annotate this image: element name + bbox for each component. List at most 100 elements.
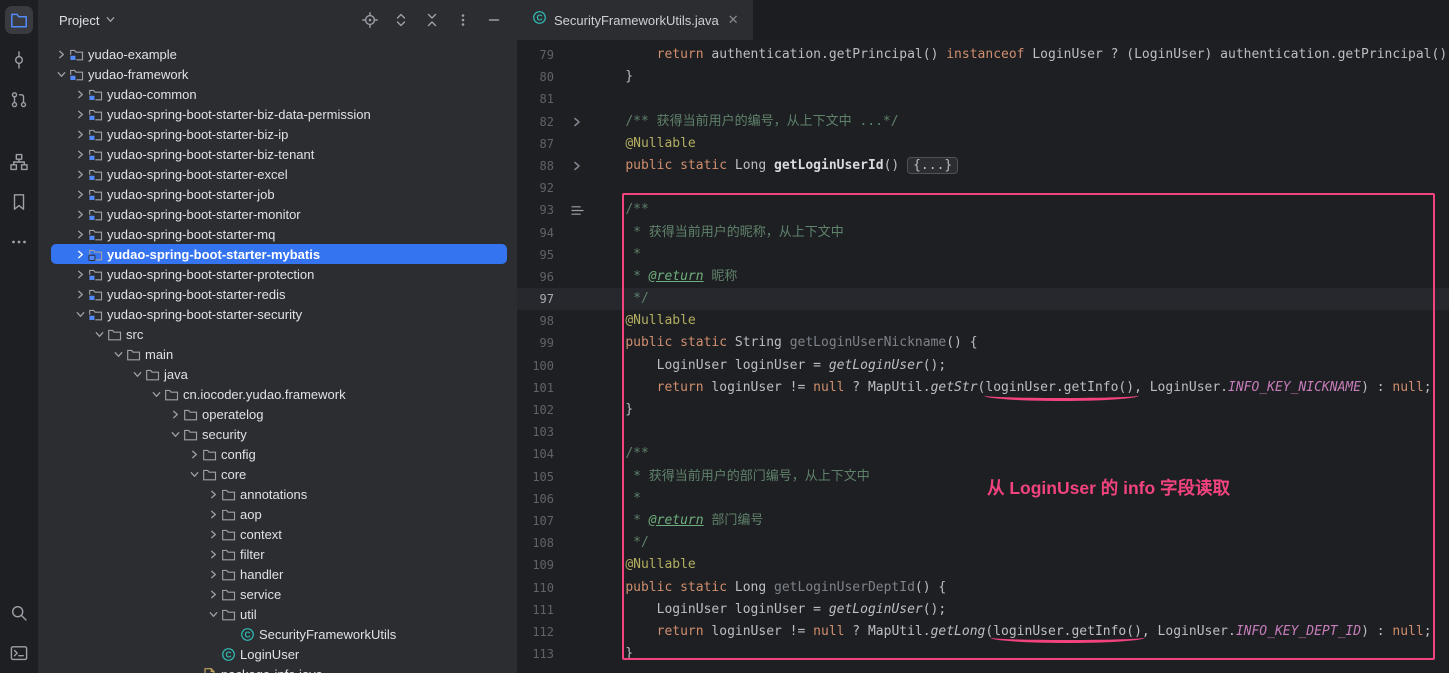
code-line-82[interactable]: 82 /** 获得当前用户的编号，从上下文中 ...*/ — [517, 111, 1449, 133]
fold-arrow-icon[interactable] — [560, 160, 594, 172]
tree-item-filter[interactable]: filter — [51, 544, 507, 564]
code-line-110[interactable]: 110 public static Long getLoginUserDeptI… — [517, 577, 1449, 599]
chevron-down-icon[interactable] — [92, 329, 107, 340]
code-line-105[interactable]: 105 * 获得当前用户的部门编号，从上下文中 — [517, 466, 1449, 488]
tree-item-aop[interactable]: aop — [51, 504, 507, 524]
code-line-79[interactable]: 79 return authentication.getPrincipal() … — [517, 44, 1449, 66]
code-line-100[interactable]: 100 LoginUser loginUser = getLoginUser()… — [517, 355, 1449, 377]
chevron-right-icon[interactable] — [73, 89, 88, 100]
hide-panel-icon[interactable] — [485, 11, 503, 29]
chevron-right-icon[interactable] — [73, 129, 88, 140]
tree-item-security[interactable]: security — [51, 424, 507, 444]
pull-requests-tool-button[interactable] — [5, 86, 33, 114]
tree-item-yudao-framework[interactable]: yudao-framework — [51, 64, 507, 84]
code-line-108[interactable]: 108 */ — [517, 532, 1449, 554]
code-line-80[interactable]: 80 } — [517, 66, 1449, 88]
code-line-96[interactable]: 96 * @return 昵称 — [517, 266, 1449, 288]
chevron-right-icon[interactable] — [206, 569, 221, 580]
chevron-down-icon[interactable] — [149, 389, 164, 400]
chevron-right-icon[interactable] — [73, 109, 88, 120]
collapse-all-icon[interactable] — [423, 11, 441, 29]
structure-tool-button[interactable] — [5, 148, 33, 176]
tree-item-yudao-spring-boot-starter-mybatis[interactable]: yudao-spring-boot-starter-mybatis — [51, 244, 507, 264]
code-line-102[interactable]: 102 } — [517, 399, 1449, 421]
tree-item-core[interactable]: core — [51, 464, 507, 484]
chevron-down-icon[interactable] — [54, 69, 69, 80]
terminal-tool-button[interactable] — [5, 639, 33, 667]
chevron-right-icon[interactable] — [73, 269, 88, 280]
expand-all-icon[interactable] — [392, 11, 410, 29]
tree-item-yudao-spring-boot-starter-biz-data-permission[interactable]: yudao-spring-boot-starter-biz-data-permi… — [51, 104, 507, 124]
tree-item-cn-iocoder-yudao-framework[interactable]: cn.iocoder.yudao.framework — [51, 384, 507, 404]
chevron-right-icon[interactable] — [206, 549, 221, 560]
chevron-down-icon[interactable] — [168, 429, 183, 440]
gutter-marker-icon[interactable] — [560, 205, 594, 216]
bookmarks-tool-button[interactable] — [5, 188, 33, 216]
chevron-down-icon[interactable] — [206, 609, 221, 620]
more-tools-button[interactable] — [5, 228, 33, 256]
tree-item-annotations[interactable]: annotations — [51, 484, 507, 504]
code-line-106[interactable]: 106 * — [517, 488, 1449, 510]
commit-tool-button[interactable] — [5, 46, 33, 74]
tree-item-context[interactable]: context — [51, 524, 507, 544]
chevron-right-icon[interactable] — [206, 509, 221, 520]
chevron-down-icon[interactable] — [130, 369, 145, 380]
chevron-right-icon[interactable] — [73, 149, 88, 160]
chevron-right-icon[interactable] — [73, 249, 88, 260]
tree-item-yudao-example[interactable]: yudao-example — [51, 44, 507, 64]
chevron-right-icon[interactable] — [206, 589, 221, 600]
tree-item-service[interactable]: service — [51, 584, 507, 604]
tree-item-yudao-spring-boot-starter-excel[interactable]: yudao-spring-boot-starter-excel — [51, 164, 507, 184]
project-tool-button[interactable] — [5, 6, 33, 34]
tree-item-operatelog[interactable]: operatelog — [51, 404, 507, 424]
code-line-87[interactable]: 87 @Nullable — [517, 133, 1449, 155]
tree-item-yudao-spring-boot-starter-mq[interactable]: yudao-spring-boot-starter-mq — [51, 224, 507, 244]
tree-item-yudao-spring-boot-starter-job[interactable]: yudao-spring-boot-starter-job — [51, 184, 507, 204]
locate-icon[interactable] — [361, 11, 379, 29]
code-line-97[interactable]: 97 */ — [517, 288, 1449, 310]
code-line-95[interactable]: 95 * — [517, 244, 1449, 266]
code-line-94[interactable]: 94 * 获得当前用户的昵称，从上下文中 — [517, 222, 1449, 244]
tree-item-yudao-spring-boot-starter-monitor[interactable]: yudao-spring-boot-starter-monitor — [51, 204, 507, 224]
tree-item-java[interactable]: java — [51, 364, 507, 384]
chevron-right-icon[interactable] — [73, 189, 88, 200]
chevron-right-icon[interactable] — [187, 449, 202, 460]
chevron-right-icon[interactable] — [73, 209, 88, 220]
tree-item-yudao-spring-boot-starter-redis[interactable]: yudao-spring-boot-starter-redis — [51, 284, 507, 304]
chevron-right-icon[interactable] — [73, 229, 88, 240]
code-line-109[interactable]: 109 @Nullable — [517, 554, 1449, 576]
tree-item-securityframeworkutils[interactable]: CSecurityFrameworkUtils — [51, 624, 507, 644]
code-line-88[interactable]: 88 public static Long getLoginUserId() {… — [517, 155, 1449, 177]
code-line-101[interactable]: 101 return loginUser != null ? MapUtil.g… — [517, 377, 1449, 399]
chevron-right-icon[interactable] — [168, 409, 183, 420]
more-options-icon[interactable] — [454, 11, 472, 29]
code-line-107[interactable]: 107 * @return 部门编号 — [517, 510, 1449, 532]
code-line-99[interactable]: 99 public static String getLoginUserNick… — [517, 332, 1449, 354]
search-tool-button[interactable] — [5, 599, 33, 627]
tree-item-util[interactable]: util — [51, 604, 507, 624]
chevron-right-icon[interactable] — [54, 49, 69, 60]
tree-item-yudao-spring-boot-starter-biz-tenant[interactable]: yudao-spring-boot-starter-biz-tenant — [51, 144, 507, 164]
chevron-right-icon[interactable] — [206, 489, 221, 500]
tree-item-yudao-spring-boot-starter-protection[interactable]: yudao-spring-boot-starter-protection — [51, 264, 507, 284]
code-line-113[interactable]: 113 } — [517, 643, 1449, 665]
code-line-103[interactable]: 103 — [517, 421, 1449, 443]
code-line-104[interactable]: 104 /** — [517, 443, 1449, 465]
tree-item-yudao-spring-boot-starter-security[interactable]: yudao-spring-boot-starter-security — [51, 304, 507, 324]
code-line-112[interactable]: 112 return loginUser != null ? MapUtil.g… — [517, 621, 1449, 643]
tree-item-handler[interactable]: handler — [51, 564, 507, 584]
close-tab-icon[interactable]: ✕ — [726, 12, 741, 28]
chevron-down-icon[interactable] — [187, 469, 202, 480]
chevron-down-icon[interactable] — [111, 349, 126, 360]
tree-item-loginuser[interactable]: CLoginUser — [51, 644, 507, 664]
code-line-93[interactable]: 93 /** — [517, 199, 1449, 221]
tree-item-src[interactable]: src — [51, 324, 507, 344]
code-line-81[interactable]: 81 — [517, 88, 1449, 110]
chevron-right-icon[interactable] — [206, 529, 221, 540]
code-line-111[interactable]: 111 LoginUser loginUser = getLoginUser()… — [517, 599, 1449, 621]
tree-item-package-info-java[interactable]: package-info.java — [51, 664, 507, 673]
chevron-right-icon[interactable] — [73, 289, 88, 300]
tab-securityframeworkutils-java[interactable]: C SecurityFrameworkUtils.java ✕ — [517, 0, 753, 40]
code-line-92[interactable]: 92 — [517, 177, 1449, 199]
chevron-down-icon[interactable] — [73, 309, 88, 320]
